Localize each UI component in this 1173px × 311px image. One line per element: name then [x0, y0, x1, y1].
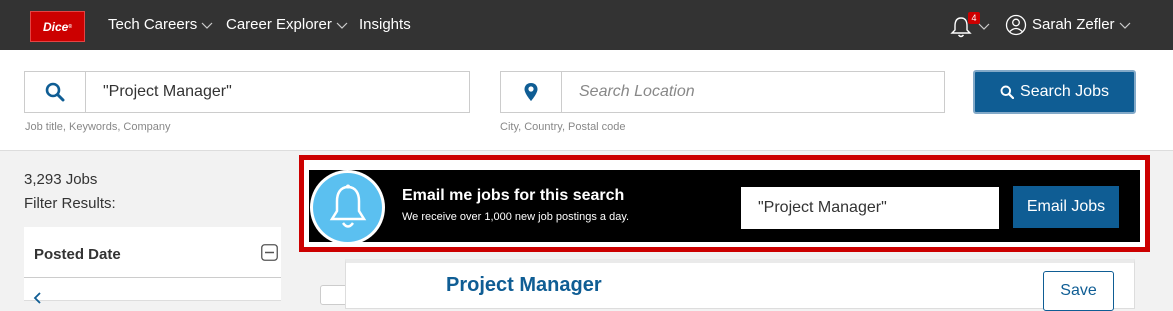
nav-item-tech-careers[interactable]: Tech Careers [108, 16, 213, 33]
nav-item-label: Tech Careers [108, 16, 198, 33]
email-jobs-button[interactable]: Email Jobs [1013, 186, 1119, 228]
chevron-down-icon [201, 22, 213, 29]
nav-item-insights[interactable]: Insights [359, 16, 411, 33]
filter-title: Posted Date [34, 246, 121, 263]
alert-subtitle: We receive over 1,000 new job postings a… [402, 211, 630, 223]
keyword-input[interactable] [87, 72, 467, 112]
email-alert-inner: Email me jobs for this search We receive… [309, 170, 1140, 245]
search-icon [45, 82, 65, 102]
alert-icon-circle [310, 170, 385, 245]
user-name-label: Sarah Zefler [1032, 16, 1115, 33]
keyword-field [24, 71, 470, 113]
location-field [500, 71, 945, 113]
search-jobs-button[interactable]: Search Jobs [973, 70, 1136, 114]
nav-item-label: Insights [359, 16, 411, 33]
email-alert-banner: Email me jobs for this search We receive… [299, 155, 1150, 252]
location-icon-box [501, 72, 562, 112]
search-jobs-label: Search Jobs [1020, 83, 1109, 100]
keyword-helper-text: Job title, Keywords, Company [25, 121, 171, 133]
user-menu[interactable]: Sarah Zefler [1032, 16, 1131, 33]
chevron-down-icon[interactable] [978, 20, 990, 32]
search-icon [1000, 85, 1015, 99]
top-nav-bar: Dice ® Tech Careers Career Explorer Insig… [0, 0, 1173, 50]
logo-mark: ® [68, 23, 73, 30]
nav-item-label: Career Explorer [226, 16, 332, 33]
nav-item-career-explorer[interactable]: Career Explorer [226, 16, 348, 33]
filter-results-label: Filter Results: [24, 195, 116, 212]
bell-icon [329, 184, 366, 228]
location-input[interactable] [563, 72, 943, 112]
logo-text: Dice [42, 19, 69, 34]
filter-divider [24, 277, 281, 278]
jobs-count: 3,293 Jobs [24, 171, 98, 188]
chevron-down-icon [1119, 22, 1130, 29]
search-bar: Job title, Keywords, Company City, Count… [0, 50, 1173, 151]
alert-title: Email me jobs for this search [402, 187, 625, 204]
alert-search-input[interactable] [741, 187, 999, 229]
collapse-minus-icon[interactable] [261, 244, 278, 261]
chevron-down-icon [336, 22, 348, 29]
save-job-button[interactable]: Save [1043, 271, 1114, 311]
job-title-link[interactable]: Project Manager [446, 274, 602, 297]
user-avatar-icon[interactable] [1005, 14, 1027, 36]
chevron-left-icon[interactable] [32, 292, 44, 304]
search-icon-box [25, 72, 86, 112]
map-pin-icon [524, 83, 538, 101]
job-result-card: Project Manager Save [345, 259, 1135, 311]
filter-posted-date: Posted Date [24, 227, 281, 304]
location-helper-text: City, Country, Postal code [500, 121, 626, 133]
dice-logo[interactable]: Dice ® [30, 11, 85, 42]
